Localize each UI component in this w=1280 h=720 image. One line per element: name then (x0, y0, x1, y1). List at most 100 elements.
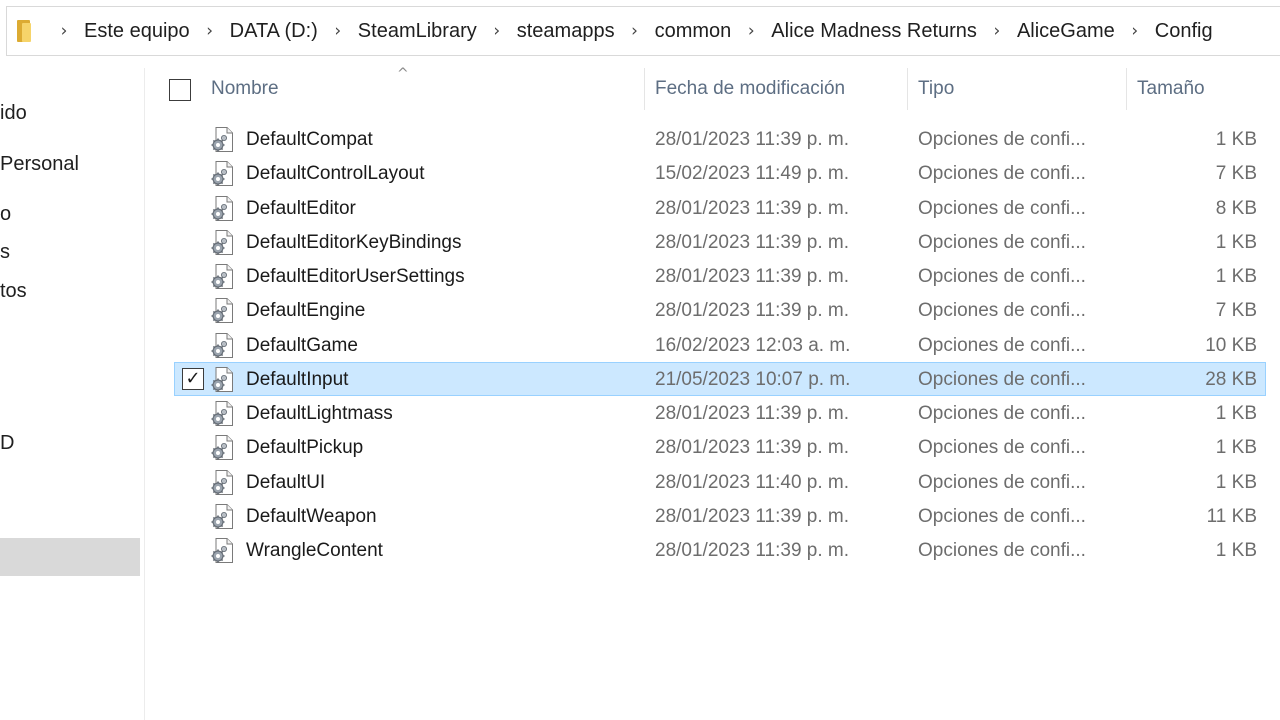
sort-ascending-icon: ^ (397, 66, 409, 82)
file-row[interactable]: ✓ DefaultEditorKeyBindings 28/01/2023 11… (174, 225, 1266, 259)
file-size: 8 KB (1215, 197, 1257, 219)
file-size: 1 KB (1215, 266, 1257, 287)
file-type: Opciones de confi... (918, 437, 1086, 459)
file-name: DefaultWeapon (246, 505, 377, 527)
chevron-right-icon[interactable]: › (982, 21, 1012, 41)
file-type: Opciones de confi... (918, 300, 1086, 322)
column-divider[interactable] (907, 68, 908, 110)
file-row[interactable]: ✓ DefaultInput 21/05/2023 10:07 p. m. Op… (174, 361, 1266, 396)
file-date-modified: 28/01/2023 11:39 p. m. (655, 129, 850, 150)
file-size: 7 KB (1215, 300, 1257, 322)
nav-item[interactable]: D (0, 432, 14, 455)
file-name: DefaultEditor (246, 197, 356, 219)
file-date-modified: 28/01/2023 11:39 p. m. (655, 231, 850, 253)
file-row[interactable]: ✓ DefaultLightmass 28/01/2023 11:39 p. m… (174, 396, 1266, 430)
column-header-name[interactable]: Nombre (211, 78, 279, 100)
file-date-modified: 28/01/2023 11:39 p. m. (655, 403, 850, 424)
file-name: DefaultGame (246, 334, 358, 356)
chevron-right-icon[interactable]: › (323, 21, 353, 41)
navigation-pane[interactable]: ido Personal o s tos D (0, 68, 145, 720)
file-name: DefaultCompat (246, 129, 373, 150)
file-date-modified: 28/01/2023 11:39 p. m. (655, 266, 850, 287)
breadcrumb-item[interactable]: Config (1150, 20, 1218, 43)
config-file-icon (210, 400, 236, 427)
chevron-right-icon[interactable]: › (195, 21, 225, 41)
nav-item[interactable]: Personal (0, 153, 79, 176)
config-file-icon (210, 332, 236, 359)
chevron-right-icon[interactable]: › (482, 21, 512, 41)
config-file-icon (210, 126, 236, 153)
file-date-modified: 28/01/2023 11:40 p. m. (655, 471, 850, 493)
file-name: DefaultEditorKeyBindings (246, 231, 462, 253)
file-size: 7 KB (1215, 163, 1257, 185)
file-row[interactable]: ✓ DefaultEditorUserSettings 28/01/2023 1… (174, 259, 1266, 293)
file-type: Opciones de confi... (918, 231, 1086, 253)
chevron-right-icon[interactable]: › (1120, 21, 1150, 41)
file-name: DefaultInput (246, 368, 349, 390)
breadcrumb-item[interactable]: common (650, 20, 737, 43)
breadcrumb-item[interactable]: steamapps (512, 20, 620, 43)
nav-item[interactable]: s (0, 241, 10, 264)
file-name: DefaultControlLayout (246, 163, 425, 185)
file-row[interactable]: ✓ DefaultCompat 28/01/2023 11:39 p. m. O… (174, 122, 1266, 156)
config-file-icon (210, 537, 236, 564)
file-name: DefaultLightmass (246, 403, 393, 424)
file-date-modified: 15/02/2023 11:49 p. m. (655, 163, 850, 185)
breadcrumb-item[interactable]: Alice Madness Returns (766, 20, 982, 43)
config-file-icon (210, 503, 236, 530)
column-header-date[interactable]: Fecha de modificación (655, 78, 845, 100)
file-size: 1 KB (1215, 231, 1257, 253)
column-header-type[interactable]: Tipo (918, 78, 954, 100)
breadcrumb-item[interactable]: SteamLibrary (353, 20, 482, 43)
file-type: Opciones de confi... (918, 403, 1086, 424)
file-row[interactable]: ✓ DefaultEngine 28/01/2023 11:39 p. m. O… (174, 293, 1266, 327)
file-date-modified: 16/02/2023 12:03 a. m. (655, 334, 851, 356)
select-all-checkbox[interactable] (169, 79, 191, 101)
file-row[interactable]: ✓ DefaultEditor 28/01/2023 11:39 p. m. O… (174, 191, 1266, 225)
file-type: Opciones de confi... (918, 334, 1086, 356)
nav-item[interactable]: o (0, 203, 11, 226)
file-row[interactable]: ✓ DefaultControlLayout 15/02/2023 11:49 … (174, 156, 1266, 190)
file-type: Opciones de confi... (918, 368, 1086, 390)
nav-item-selected[interactable] (0, 538, 140, 576)
file-name: DefaultPickup (246, 437, 364, 459)
file-row[interactable]: ✓ WrangleContent 28/01/2023 11:39 p. m. … (174, 533, 1266, 567)
nav-item[interactable]: ido (0, 102, 27, 125)
file-date-modified: 28/01/2023 11:39 p. m. (655, 300, 850, 322)
file-type: Opciones de confi... (918, 471, 1086, 493)
file-size: 1 KB (1215, 437, 1257, 459)
chevron-right-icon[interactable]: › (49, 21, 79, 41)
file-type: Opciones de confi... (918, 266, 1086, 287)
column-divider[interactable] (1126, 68, 1127, 110)
file-row[interactable]: ✓ DefaultPickup 28/01/2023 11:39 p. m. O… (174, 430, 1266, 464)
file-row[interactable]: ✓ DefaultWeapon 28/01/2023 11:39 p. m. O… (174, 499, 1266, 533)
file-type: Opciones de confi... (918, 197, 1086, 219)
chevron-right-icon[interactable]: › (620, 21, 650, 41)
file-row[interactable]: ✓ DefaultGame 16/02/2023 12:03 a. m. Opc… (174, 328, 1266, 362)
file-name: DefaultEngine (246, 300, 366, 322)
chevron-right-icon[interactable]: › (736, 21, 766, 41)
file-date-modified: 28/01/2023 11:39 p. m. (655, 540, 850, 561)
config-file-icon (210, 229, 236, 256)
file-type: Opciones de confi... (918, 540, 1086, 561)
row-checkbox[interactable]: ✓ (182, 367, 204, 390)
file-row[interactable]: ✓ DefaultUI 28/01/2023 11:40 p. m. Opcio… (174, 465, 1266, 499)
column-divider[interactable] (644, 68, 645, 110)
file-name: DefaultEditorUserSettings (246, 266, 465, 287)
file-size: 1 KB (1215, 540, 1257, 561)
file-size: 1 KB (1215, 403, 1257, 424)
breadcrumb-item[interactable]: DATA (D:) (225, 20, 323, 43)
config-file-icon (210, 469, 236, 496)
file-size: 28 KB (1205, 368, 1257, 390)
breadcrumb-item[interactable]: Este equipo (79, 20, 195, 43)
file-date-modified: 28/01/2023 11:39 p. m. (655, 437, 850, 459)
config-file-icon (210, 366, 236, 393)
breadcrumb-item[interactable]: AliceGame (1012, 20, 1120, 43)
file-type: Opciones de confi... (918, 505, 1086, 527)
nav-item[interactable]: tos (0, 280, 27, 303)
file-size: 1 KB (1215, 129, 1257, 150)
column-header-size[interactable]: Tamaño (1137, 78, 1205, 100)
address-bar[interactable]: › Este equipo › DATA (D:) › SteamLibrary… (6, 6, 1280, 56)
file-date-modified: 28/01/2023 11:39 p. m. (655, 505, 850, 527)
file-size: 10 KB (1205, 334, 1257, 356)
